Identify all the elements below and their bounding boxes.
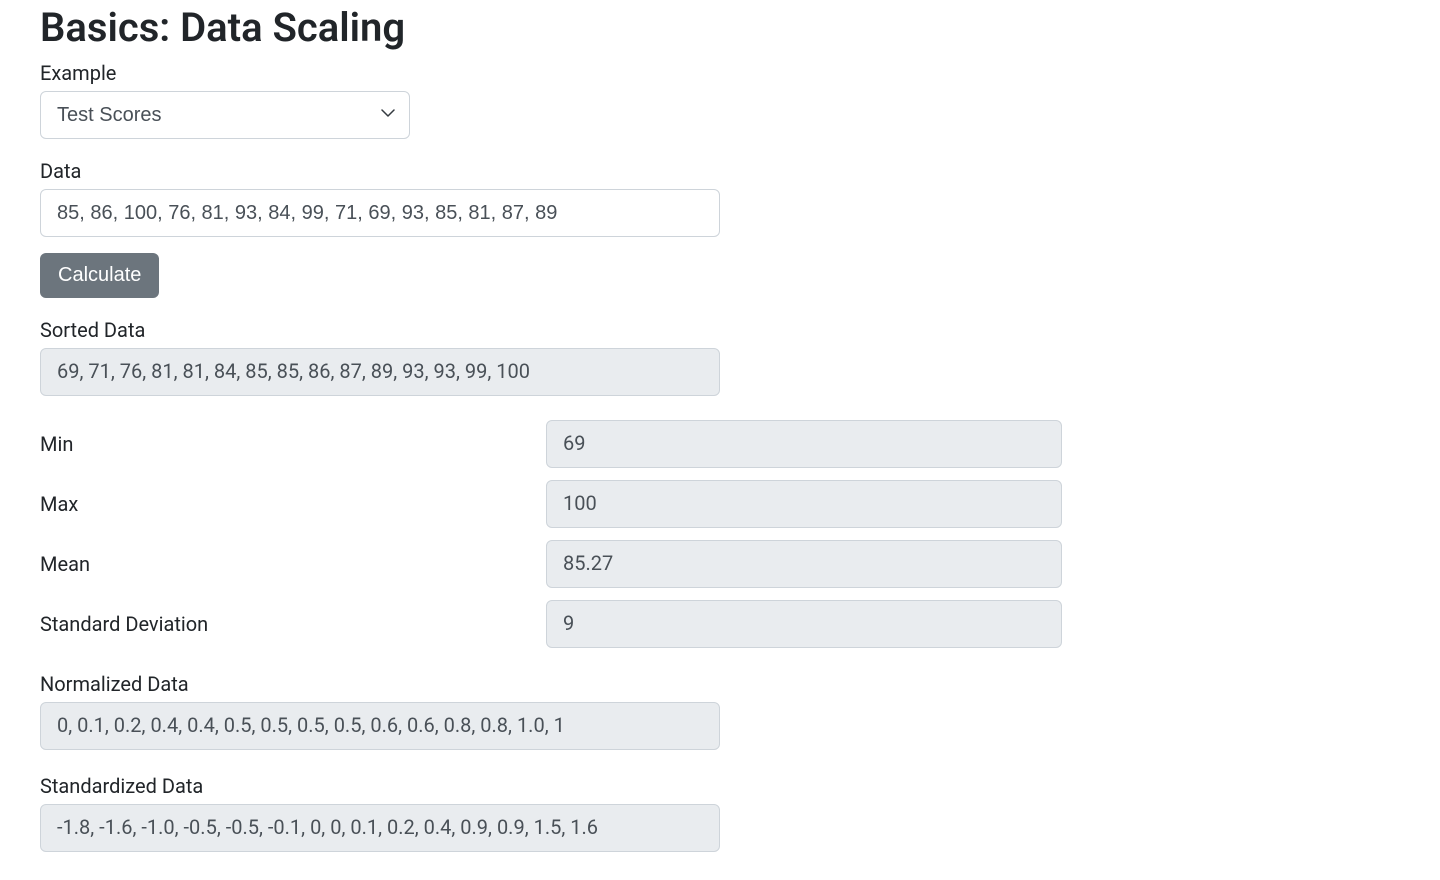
normalized-label: Normalized Data [40, 672, 1400, 696]
standardized-output: -1.8, -1.6, -1.0, -0.5, -0.5, -0.1, 0, 0… [40, 804, 720, 852]
data-input[interactable] [40, 189, 720, 237]
page-title: Basics: Data Scaling [40, 4, 1400, 51]
example-select[interactable]: Test Scores [40, 91, 410, 139]
min-label: Min [40, 432, 546, 456]
std-output: 9 [546, 600, 1062, 648]
mean-label: Mean [40, 552, 546, 576]
std-label: Standard Deviation [40, 612, 546, 636]
example-label: Example [40, 61, 1400, 85]
sorted-output: 69, 71, 76, 81, 81, 84, 85, 85, 86, 87, … [40, 348, 720, 396]
calculate-button[interactable]: Calculate [40, 253, 159, 298]
sorted-label: Sorted Data [40, 318, 1400, 342]
max-output: 100 [546, 480, 1062, 528]
standardized-label: Standardized Data [40, 774, 1400, 798]
max-label: Max [40, 492, 546, 516]
mean-output: 85.27 [546, 540, 1062, 588]
normalized-output: 0, 0.1, 0.2, 0.4, 0.4, 0.5, 0.5, 0.5, 0.… [40, 702, 720, 750]
min-output: 69 [546, 420, 1062, 468]
data-label: Data [40, 159, 1400, 183]
